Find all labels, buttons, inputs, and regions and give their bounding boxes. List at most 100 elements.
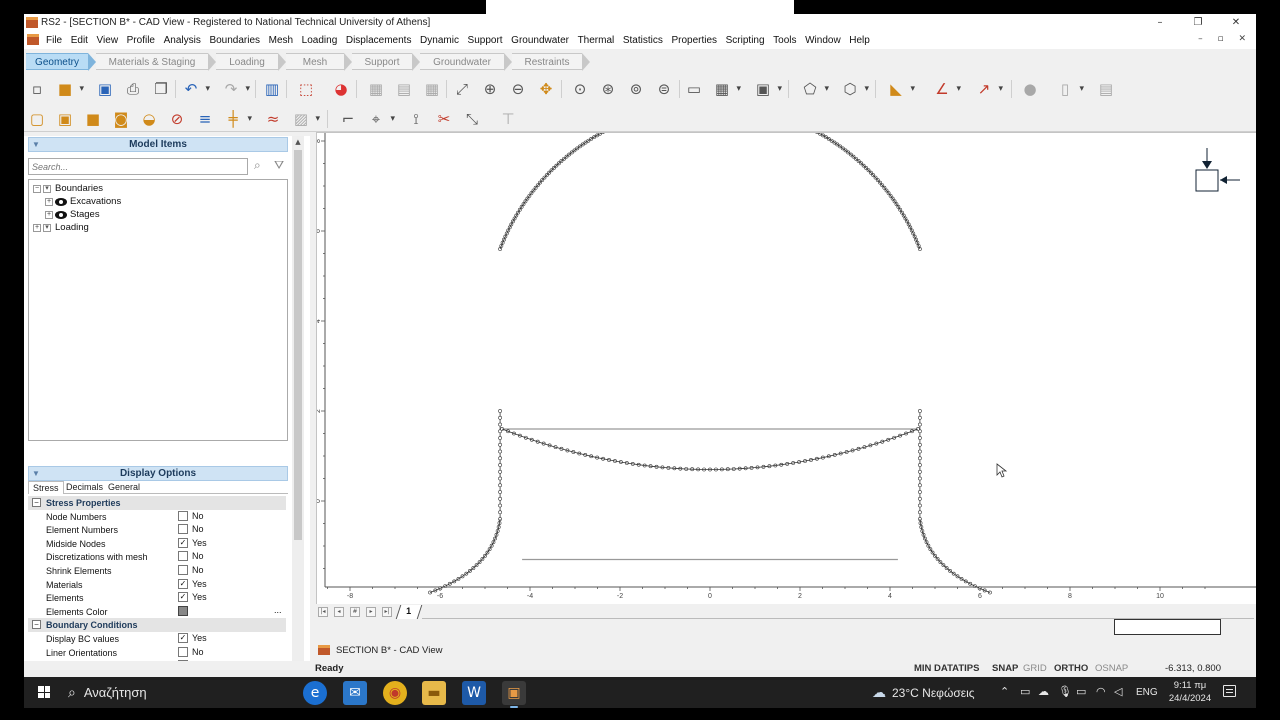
sheet-next-button[interactable]: ▸ [366,607,376,617]
display-options-header[interactable]: ▼ Display Options [28,466,288,481]
property-checkbox[interactable]: ✓ [178,633,188,643]
sheet-last-button[interactable]: ▸| [382,607,392,617]
add-vertex-icon[interactable]: ⌖ [366,109,395,129]
angle-icon[interactable]: ∠ [932,79,961,99]
hatch-icon[interactable]: ▨ [291,109,320,129]
tab-groundwater[interactable]: Groundwater [420,53,512,71]
tab-support[interactable]: Support [352,53,420,71]
interpret-icon[interactable]: ▤ [394,79,414,99]
min-datatips-toggle[interactable]: MIN DATATIPS [914,663,979,674]
add-joint-icon[interactable]: ╪ [223,109,252,129]
tab-general[interactable]: General [104,481,144,494]
menu-scripting[interactable]: Scripting [726,35,765,46]
tree-expander-icon[interactable]: + [45,197,53,206]
tree-item-boundaries[interactable]: − ▾ Boundaries [33,182,103,195]
add-stage-boundary-icon[interactable]: ≡ [195,109,215,129]
taskbar-search[interactable]: ⌕ Αναζήτηση [68,682,147,703]
property-checkbox[interactable]: ✓ [178,537,188,548]
collapse-arrow-icon[interactable]: ▼ [32,467,40,480]
text-box-icon[interactable]: ▭ [684,79,704,99]
word-icon[interactable]: W [462,681,486,705]
polyline-icon[interactable]: ⬠ [800,79,829,99]
add-excavation-icon[interactable]: ■ [83,109,103,129]
drawing-canvas[interactable]: -8 -6 -4 -2 0 2 4 6 8 10 8 6 4 2 0 [315,103,1256,604]
property-checkbox[interactable] [178,565,188,575]
menu-groundwater[interactable]: Groundwater [511,35,569,46]
menu-boundaries[interactable]: Boundaries [209,35,260,46]
delete-boundary-icon[interactable]: ⊘ [167,109,187,129]
zoom-all-icon[interactable]: ⊛ [598,79,618,99]
gray-tool-icon[interactable]: ⊤ [498,109,518,129]
search-icon[interactable]: ⌕ [254,158,261,173]
copy-icon[interactable]: ❐ [151,79,171,99]
menu-support[interactable]: Support [468,35,503,46]
battery-icon[interactable]: ▭ [1076,685,1086,698]
add-box-icon[interactable]: ▣ [55,109,75,129]
add-external-icon[interactable]: ▢ [27,109,47,129]
add-circle-icon[interactable]: ◙ [111,109,131,129]
group-collapse-icon[interactable]: − [32,498,41,507]
zoom-material-icon[interactable]: ⊜ [654,79,674,99]
menu-view[interactable]: View [97,35,119,46]
tree-item-loading[interactable]: + ▾ Loading [33,221,89,234]
mail-icon[interactable]: ✉ [343,681,367,705]
menu-statistics[interactable]: Statistics [623,35,663,46]
color-wheel-icon[interactable]: ◕ [331,79,351,99]
visibility-eye-icon[interactable] [55,210,67,219]
arrow-tool-icon[interactable]: ↗ [974,79,1003,99]
select-icon[interactable]: ⬚ [296,79,316,99]
compute-icon[interactable]: ▦ [366,79,386,99]
menu-dynamic[interactable]: Dynamic [420,35,459,46]
property-group[interactable]: − Boundary Conditions [28,618,286,632]
zoom-in-icon[interactable]: ⊕ [480,79,500,99]
menu-thermal[interactable]: Thermal [578,35,615,46]
rs2-taskbar-icon[interactable]: ▣ [502,681,526,708]
tree-expander-icon[interactable]: − [33,184,41,193]
move-vertex-icon[interactable]: ⟟ [406,109,426,129]
language-indicator[interactable]: ENG [1136,687,1158,698]
polygon-icon[interactable]: ⬡ [840,79,869,99]
osnap-toggle[interactable]: OSNAP [1095,663,1128,674]
sidebar-toggle-icon[interactable]: ▥ [262,79,282,99]
property-checkbox[interactable] [178,646,188,657]
tree-item-stages[interactable]: + Stages [45,208,100,221]
scroll-up-icon[interactable]: ▲ [292,138,304,146]
data-icon[interactable]: ▦ [422,79,442,99]
add-wave-icon[interactable]: ≈ [263,109,283,129]
zoom-previous-icon[interactable]: ⊚ [626,79,646,99]
scrollbar-thumb[interactable] [294,150,302,540]
property-checkbox[interactable] [178,551,188,562]
print-preview-icon[interactable]: ⎙ [123,79,143,99]
sheet-number-button[interactable]: # [350,607,360,617]
onedrive-icon[interactable]: ☁ [1038,685,1049,698]
snap-toggle[interactable]: SNAP [992,663,1018,674]
redo-icon[interactable]: ↷ [221,79,250,99]
scissors-icon[interactable]: ✂ [434,109,454,129]
menu-properties[interactable]: Properties [671,35,717,46]
zoom-extents-icon[interactable]: ⤢ [452,79,472,99]
tab-loading[interactable]: Loading [216,53,286,71]
tree-checkbox[interactable]: ▾ [43,223,51,232]
restore-button[interactable]: ❐ [1180,15,1216,31]
tab-mesh[interactable]: Mesh [286,53,352,71]
ruler-icon[interactable]: ◣ [886,79,915,99]
left-panel-scrollbar[interactable]: ▲ ▼ [292,136,304,677]
menu-profile[interactable]: Profile [127,35,155,46]
chrome-icon[interactable]: ◉ [383,681,407,705]
property-checkbox[interactable]: ✓ [178,578,188,589]
ortho-toggle[interactable]: ORTHO [1054,663,1088,674]
menu-window[interactable]: Window [805,35,841,46]
wifi-icon[interactable]: ◠ [1096,685,1106,698]
model-items-header[interactable]: ▼ Model Items [28,137,288,152]
minimize-button[interactable]: – [1142,15,1178,31]
speaker-icon[interactable]: ◁ [1114,685,1122,698]
menu-loading[interactable]: Loading [302,35,338,46]
property-checkbox[interactable]: ✓ [178,592,188,603]
menu-file[interactable]: File [46,35,62,46]
menu-tools[interactable]: Tools [773,35,796,46]
mdi-controls[interactable]: – ▫ ✕ [1198,34,1252,44]
tree-expander-icon[interactable]: + [33,223,41,232]
tree-item-excavations[interactable]: + Excavations [45,195,121,208]
notification-icon[interactable] [1223,685,1236,697]
color-swatch[interactable] [178,605,188,616]
